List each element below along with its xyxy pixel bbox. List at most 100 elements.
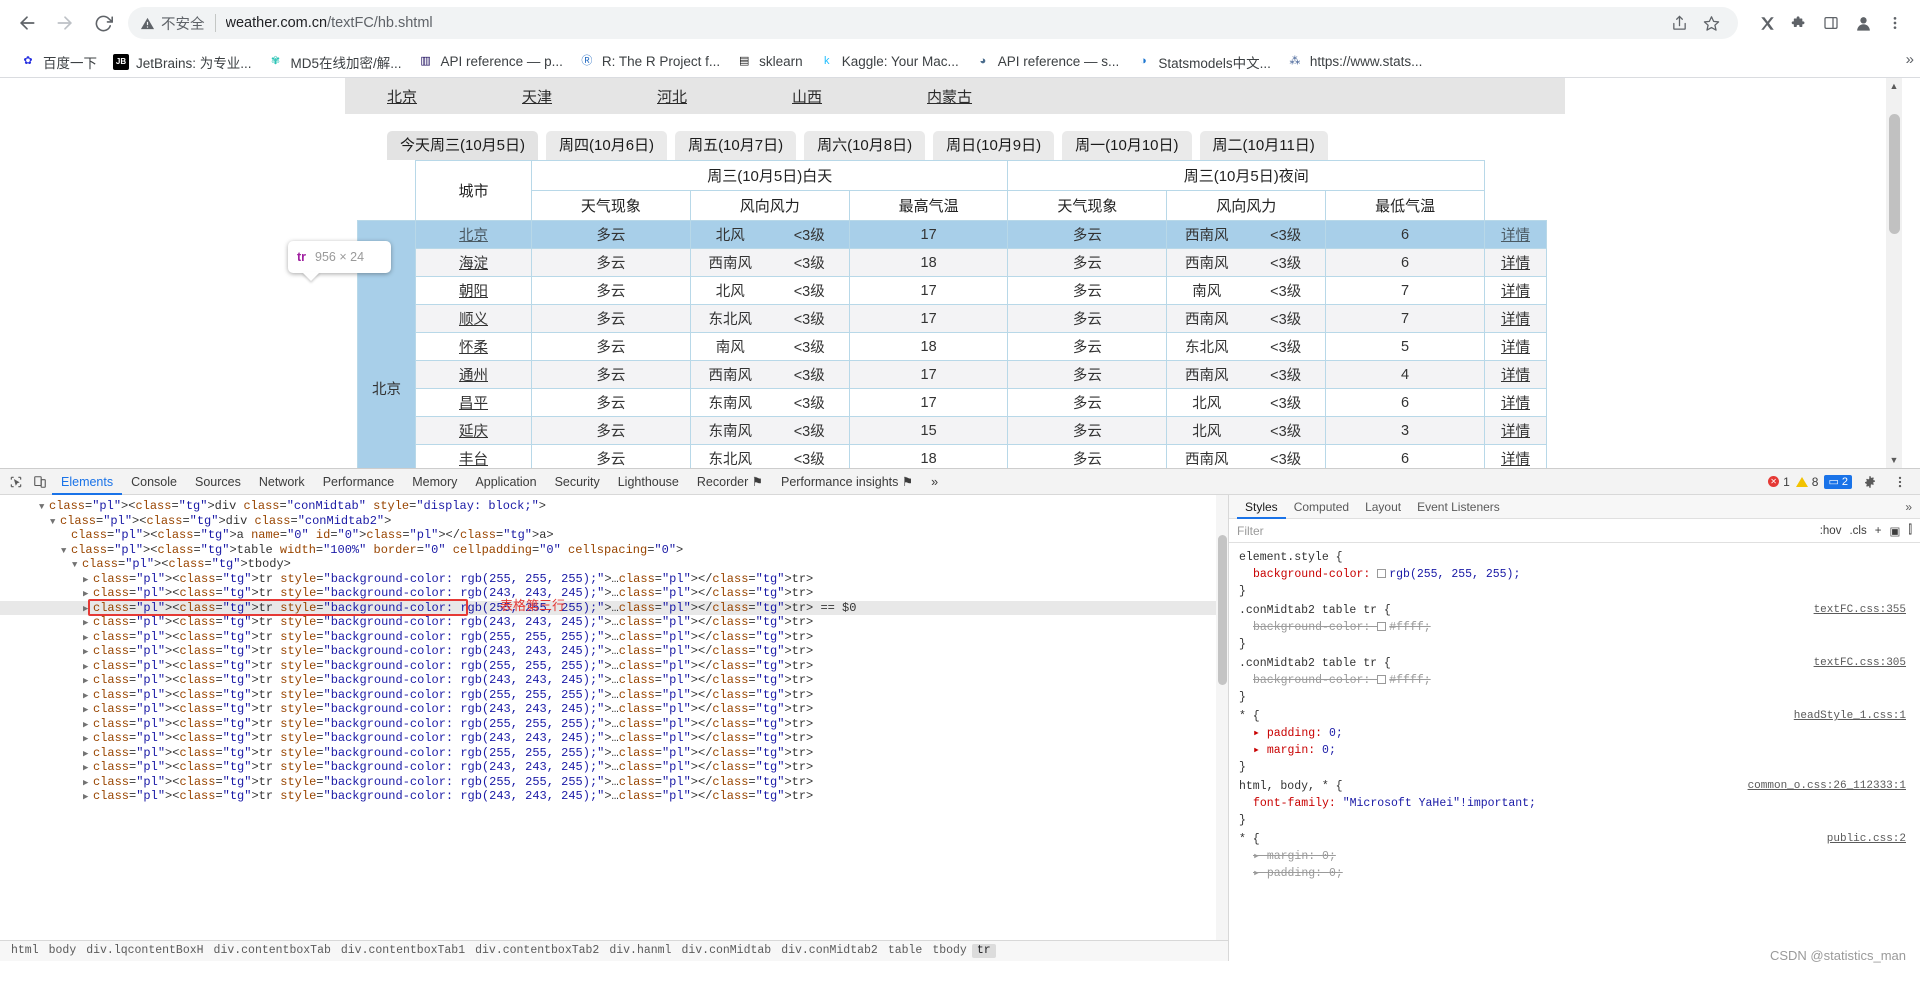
css-declaration[interactable]: background-color: #ffff; (1239, 619, 1910, 636)
cell-city-link[interactable]: 海淀 (459, 256, 488, 272)
cell-city[interactable]: 朝阳 (416, 277, 532, 305)
cell-detail[interactable]: 详情 (1485, 249, 1547, 277)
breadcrumb-item[interactable]: div.conMidtab (676, 944, 776, 959)
cell-detail[interactable]: 详情 (1485, 445, 1547, 469)
cell-detail-link[interactable]: 详情 (1501, 228, 1530, 244)
cell-detail-link[interactable]: 详情 (1501, 424, 1530, 440)
disclosure-triangle-icon[interactable]: ▼ (39, 500, 49, 515)
breadcrumb-item[interactable]: html (6, 944, 44, 959)
cell-city-link[interactable]: 通州 (459, 368, 488, 384)
side-panel-icon[interactable] (1816, 8, 1846, 38)
dom-node[interactable]: ▶class="pl"><class="tg">tr style="backgr… (0, 775, 1228, 790)
dom-node[interactable]: ▼class="pl"><class="tg">div class="conMi… (0, 514, 1228, 529)
devtools-tab-recorder[interactable]: Recorder ⚑ (688, 469, 772, 495)
devtools-tab-memory[interactable]: Memory (403, 469, 466, 495)
bookmarks-overflow-icon[interactable]: » (1906, 51, 1914, 68)
disclosure-triangle-icon[interactable]: ▶ (83, 703, 93, 718)
css-rule[interactable]: html, body, * {common_o.css:26_112333:1f… (1239, 778, 1910, 829)
cell-city[interactable]: 丰台 (416, 445, 532, 469)
table-row[interactable]: 怀柔多云南风<3级18多云东北风<3级5详情 (358, 333, 1547, 361)
disclosure-triangle-icon[interactable]: ▼ (61, 544, 71, 559)
disclosure-triangle-icon[interactable]: ▼ (72, 558, 82, 573)
cell-detail[interactable]: 详情 (1485, 333, 1547, 361)
dom-node[interactable]: ▶class="pl"><class="tg">tr style="backgr… (0, 731, 1228, 746)
cell-city-link[interactable]: 丰台 (459, 452, 488, 468)
cell-detail-link[interactable]: 详情 (1501, 368, 1530, 384)
day-tab[interactable]: 今天周三(10月5日) (387, 131, 538, 160)
breadcrumb-item[interactable]: tbody (927, 944, 972, 959)
css-source-link[interactable]: textFC.css:305 (1814, 655, 1906, 672)
styles-tab-computed[interactable]: Computed (1286, 495, 1357, 519)
province-link[interactable]: 山西 (792, 86, 927, 107)
cell-detail[interactable]: 详情 (1485, 305, 1547, 333)
province-link[interactable]: 内蒙古 (927, 86, 1062, 107)
cell-city-link[interactable]: 延庆 (459, 424, 488, 440)
day-tab[interactable]: 周日(10月9日) (933, 131, 1054, 160)
scroll-up-arrow-icon[interactable]: ▲ (1886, 78, 1902, 94)
dom-node[interactable]: ▶class="pl"><class="tg">tr style="backgr… (0, 673, 1228, 688)
table-row[interactable]: 通州多云西南风<3级17多云西南风<3级4详情 (358, 361, 1547, 389)
devtools-tab-lighthouse[interactable]: Lighthouse (609, 469, 688, 495)
bookmark-item[interactable]: ◕API reference — s... (967, 51, 1128, 73)
cell-city[interactable]: 北京 (416, 221, 532, 249)
dom-node[interactable]: ▶class="pl"><class="tg">tr style="backgr… (0, 746, 1228, 761)
bookmark-item[interactable]: kKaggle: Your Mac... (811, 51, 967, 73)
devtools-kebab-icon[interactable] (1888, 470, 1912, 494)
css-declaration[interactable]: background-color: rgb(255, 255, 255); (1239, 566, 1910, 583)
cell-detail-link[interactable]: 详情 (1501, 312, 1530, 328)
styles-tab-event-listeners[interactable]: Event Listeners (1409, 495, 1508, 519)
hov-toggle[interactable]: :hov (1820, 525, 1842, 537)
css-rule[interactable]: .conMidtab2 table tr {textFC.css:355back… (1239, 602, 1910, 653)
address-bar[interactable]: 不安全 weather.com.cn/textFC/hb.shtml (128, 7, 1738, 39)
dom-tree-panel[interactable]: ▼class="pl"><class="tg">div class="conMi… (0, 495, 1228, 961)
dom-node[interactable]: ▶class="pl"><class="tg">tr style="backgr… (0, 717, 1228, 732)
day-tab[interactable]: 周一(10月10日) (1062, 131, 1191, 160)
css-source-link[interactable]: textFC.css:355 (1814, 602, 1906, 619)
disclosure-triangle-icon[interactable]: ▶ (83, 587, 93, 602)
disclosure-triangle-icon[interactable]: ▶ (83, 602, 93, 617)
table-row[interactable]: 北京北京多云北风<3级17多云西南风<3级6详情 (358, 221, 1547, 249)
province-link[interactable]: 天津 (522, 86, 657, 107)
cell-city-link[interactable]: 顺义 (459, 312, 488, 328)
dom-tree-scroll-thumb[interactable] (1218, 535, 1227, 685)
error-count-badge[interactable]: ✕ 1 (1768, 475, 1790, 489)
bookmark-item[interactable]: JBJetBrains: 为专业... (105, 49, 260, 75)
scroll-down-arrow-icon[interactable]: ▼ (1886, 452, 1902, 468)
bookmark-item[interactable]: ▥API reference — p... (410, 51, 571, 73)
cell-detail[interactable]: 详情 (1485, 221, 1547, 249)
gear-icon[interactable] (1858, 470, 1882, 494)
css-declaration[interactable]: ▸ padding: 0; (1239, 725, 1910, 742)
x-extension-icon[interactable] (1752, 8, 1782, 38)
css-selector[interactable]: html, body, * {common_o.css:26_112333:1 (1239, 778, 1910, 795)
disclosure-triangle-icon[interactable]: ▶ (83, 660, 93, 675)
puzzle-icon[interactable] (1784, 8, 1814, 38)
css-source-link[interactable]: headStyle_1.css:1 (1794, 708, 1906, 725)
cell-detail[interactable]: 详情 (1485, 417, 1547, 445)
css-rule[interactable]: element.style {background-color: rgb(255… (1239, 549, 1910, 600)
table-row[interactable]: 丰台多云东北风<3级18多云西南风<3级6详情 (358, 445, 1547, 469)
cell-detail[interactable]: 详情 (1485, 389, 1547, 417)
disclosure-triangle-icon[interactable]: ▶ (83, 674, 93, 689)
disclosure-triangle-icon[interactable]: ▶ (83, 747, 93, 762)
table-row[interactable]: 朝阳多云北风<3级17多云南风<3级7详情 (358, 277, 1547, 305)
cell-city[interactable]: 延庆 (416, 417, 532, 445)
cell-city[interactable]: 怀柔 (416, 333, 532, 361)
dom-node[interactable]: ▶class="pl"><class="tg">tr style="backgr… (0, 615, 1228, 630)
disclosure-triangle-icon[interactable]: ▶ (83, 761, 93, 776)
dom-node-selected[interactable]: ···▶class="pl"><class="tg">tr style="bac… (0, 601, 1228, 616)
dom-tree-scrollbar[interactable] (1216, 495, 1228, 961)
disclosure-triangle-icon[interactable]: ▶ (83, 776, 93, 791)
cell-city[interactable]: 昌平 (416, 389, 532, 417)
css-selector[interactable]: .conMidtab2 table tr {textFC.css:355 (1239, 602, 1910, 619)
dom-node[interactable]: ▶class="pl"><class="tg">tr style="backgr… (0, 586, 1228, 601)
new-style-rule-button[interactable]: + (1875, 525, 1882, 537)
bookmark-item[interactable]: ⁂https://www.stats... (1279, 51, 1431, 73)
devtools-tab-application[interactable]: Application (466, 469, 545, 495)
breadcrumb-item[interactable]: table (883, 944, 928, 959)
cell-city-link[interactable]: 昌平 (459, 396, 488, 412)
table-row[interactable]: 顺义多云东北风<3级17多云西南风<3级7详情 (358, 305, 1547, 333)
profile-avatar-icon[interactable] (1848, 8, 1878, 38)
bookmark-item[interactable]: ✾MD5在线加密/解... (260, 49, 410, 75)
cell-city[interactable]: 顺义 (416, 305, 532, 333)
cell-city[interactable]: 海淀 (416, 249, 532, 277)
